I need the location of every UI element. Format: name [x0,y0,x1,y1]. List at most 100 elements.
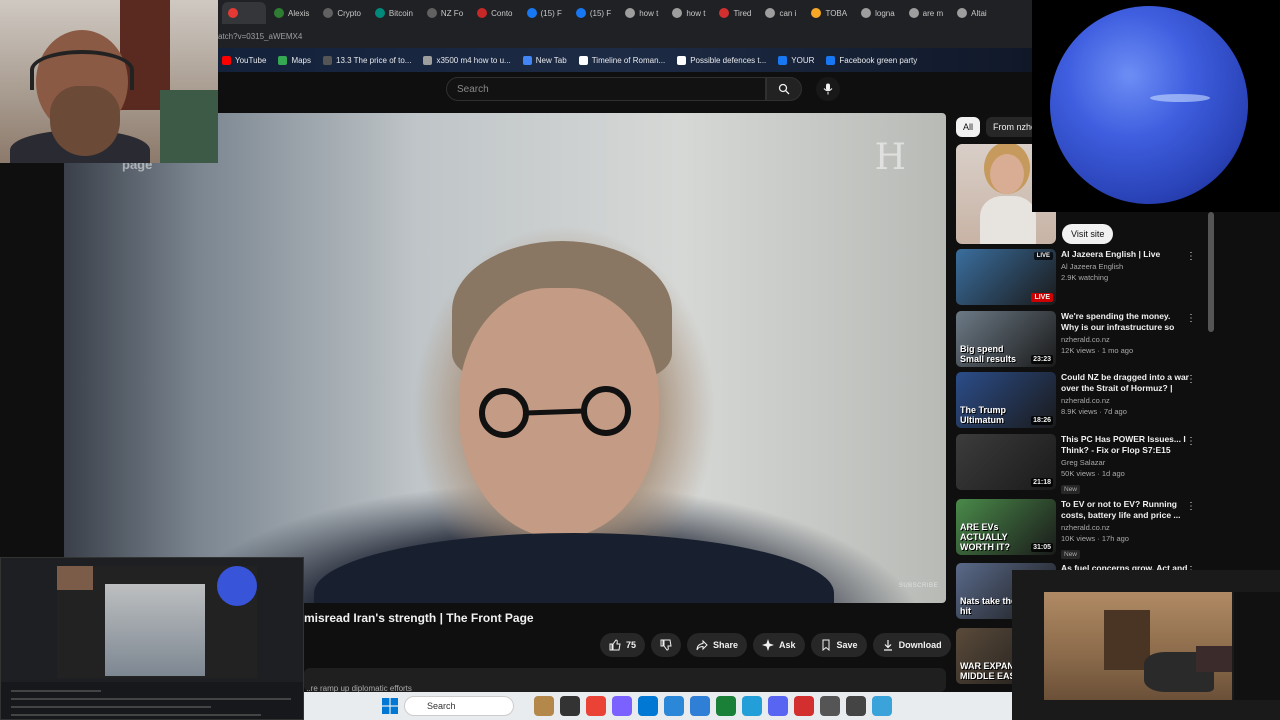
taskbar-app-icon[interactable] [586,696,606,716]
bookmark-item[interactable]: YOUR [778,55,815,65]
bookmark-item[interactable]: YouTube [222,55,266,65]
obs-controls-bar [1,682,303,719]
presenter-glasses [479,386,631,438]
more-vertical-icon[interactable]: ⋮ [1186,313,1196,324]
more-vertical-icon[interactable]: ⋮ [1186,436,1196,447]
channel-name[interactable]: nzherald.co.nz [1061,335,1189,344]
tab-favicon-icon [908,8,919,18]
channel-name[interactable]: Greg Salazar [1061,458,1189,467]
recommendation-info: Al Jazeera English | Live Al Jazeera Engl… [1061,249,1189,282]
tab-favicon-icon [526,8,537,18]
recommendation-item[interactable]: The Trump Ultimatum 18:26 Could NZ be drag… [956,372,1206,428]
bookmark-label: YOUR [791,55,815,65]
video-duration: 18:26 [1031,416,1053,425]
taskbar-app-icon[interactable] [768,696,788,716]
voice-search-button[interactable] [816,77,840,101]
search-button[interactable] [766,77,802,101]
windows-start-icon[interactable] [382,698,398,714]
bookmark-item[interactable]: Timeline of Roman... [578,55,665,65]
browser-tab[interactable]: NZ Fo [421,2,469,24]
more-vertical-icon[interactable]: ⋮ [1186,501,1196,512]
recommendation-title[interactable]: Al Jazeera English | Live [1061,249,1189,260]
game-chat-panel [1234,592,1280,700]
address-bar[interactable]: atch?v=0315_aWEMX4 [218,26,1032,48]
recommendation-title[interactable]: To EV or not to EV? Running costs, batte… [1061,499,1189,521]
description-box[interactable]: ...re ramp up diplomatic efforts [304,668,946,692]
taskbar-app-icon[interactable] [716,696,736,716]
obs-preview-video [105,584,205,676]
browser-tab[interactable]: are m [903,2,949,24]
taskbar-app-icon[interactable] [846,696,866,716]
search-input[interactable]: Search [446,77,766,101]
game-doorway [1104,610,1150,670]
recommendation-item[interactable]: 21:18 This PC Has POWER Issues... I Think… [956,434,1206,494]
tab-favicon-icon [323,8,334,18]
taskbar-app-icon[interactable] [534,696,554,716]
like-button[interactable]: 75 [600,633,646,657]
recommendation-item[interactable]: LIVE LIVE Al Jazeera English | Live Al Jaze… [956,249,1206,305]
recommendation-title[interactable]: Could NZ be dragged into a war over the … [1061,372,1189,394]
bookmark-item[interactable]: New Tab [522,55,567,65]
channel-name[interactable]: nzherald.co.nz [1061,523,1189,532]
browser-tab[interactable]: logna [855,2,901,24]
tab-label: Altai [971,8,987,18]
channel-name[interactable]: nzherald.co.nz [1061,396,1189,405]
browser-tab[interactable]: TOBA [805,2,853,24]
taskbar-app-icon[interactable] [638,696,658,716]
recommendation-item[interactable]: ARE EVs ACTUALLY WORTH IT? 31:05 To EV or … [956,499,1206,559]
recommendation-title[interactable]: This PC Has POWER Issues... I Think? - F… [1061,434,1189,456]
tab-label: Crypto [337,8,361,18]
more-vertical-icon[interactable]: ⋮ [1186,374,1196,385]
taskbar-app-icon[interactable] [794,696,814,716]
browser-tab[interactable]: how t [666,2,711,24]
taskbar-app-icon[interactable] [872,696,892,716]
taskbar-app-icon[interactable] [820,696,840,716]
browser-tab[interactable] [222,2,266,24]
dislike-button[interactable] [651,633,682,657]
browser-tab[interactable]: Crypto [317,2,367,24]
visit-site-button[interactable]: Visit site [1062,224,1114,244]
game-streamer-cam [1196,646,1232,672]
save-button[interactable]: Save [810,633,867,657]
tab-favicon-icon [477,8,488,18]
tab-label: are m [922,8,944,18]
thumbnail-overlay-text: ARE EVs ACTUALLY WORTH IT? [960,522,1010,552]
taskbar-app-icon[interactable] [560,696,580,716]
browser-tab[interactable]: how t [619,2,664,24]
share-button[interactable]: Share [687,633,748,657]
subscribe-tag[interactable]: SUBSCRIBE [899,583,938,589]
browser-tab[interactable]: Bitcoin [369,2,419,24]
taskbar-search[interactable]: Search [404,696,514,716]
bookmark-item[interactable]: x3500 m4 how to u... [423,55,511,65]
more-vertical-icon[interactable]: ⋮ [1186,251,1196,262]
ask-button[interactable]: Ask [753,633,805,657]
browser-tab[interactable]: Alexis [268,2,315,24]
taskbar-app-icon[interactable] [690,696,710,716]
bookmark-item[interactable]: Possible defences t... [677,55,766,65]
bookmark-item[interactable]: Maps [278,55,311,65]
bookmark-item[interactable]: 13.3 The price of to... [323,55,411,65]
sidebar-scrollbar[interactable] [1208,212,1214,332]
search-icon [778,83,790,95]
taskbar-app-icon[interactable] [664,696,684,716]
video-thumbnail[interactable]: The Trump Ultimatum 18:26 [956,372,1056,428]
video-thumbnail[interactable]: ARE EVs ACTUALLY WORTH IT? 31:05 [956,499,1056,555]
video-thumbnail[interactable]: 21:18 [956,434,1056,490]
video-thumbnail[interactable]: Big spend Small results 23:23 [956,311,1056,367]
chip-all[interactable]: All [956,117,981,137]
browser-tab[interactable]: (15) F [570,2,617,24]
video-thumbnail[interactable]: LIVE LIVE [956,249,1056,305]
taskbar-app-icon[interactable] [742,696,762,716]
video-player[interactable]: page H SUBSCRIBE [64,113,946,603]
browser-tab[interactable]: can i [759,2,803,24]
bookmark-item[interactable]: Facebook green party [826,55,917,65]
browser-tab[interactable]: Tired [713,2,757,24]
taskbar-app-icon[interactable] [612,696,632,716]
browser-tab[interactable]: Altai [951,2,995,24]
channel-name[interactable]: Al Jazeera English [1061,262,1189,271]
recommendation-item[interactable]: Big spend Small results 23:23 We're spendi… [956,311,1206,367]
recommendation-title[interactable]: We're spending the money. Why is our inf… [1061,311,1189,333]
browser-tab[interactable]: (15) F [521,2,568,24]
download-button[interactable]: Download [872,633,951,657]
browser-tab[interactable]: Conto [471,2,518,24]
